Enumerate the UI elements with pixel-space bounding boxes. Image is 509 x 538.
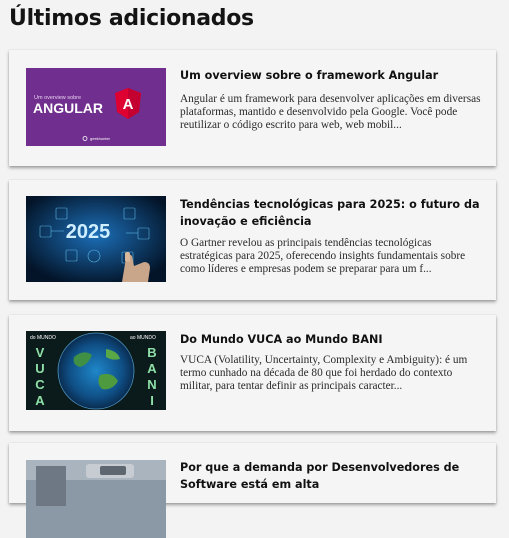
tech-2025-hologram-icon: 2025 xyxy=(26,196,166,282)
article-title[interactable]: Por que a demanda por Desenvolvedores de… xyxy=(180,459,485,493)
angular-logo-icon: Um overview sobre ANGULAR A geekhunter xyxy=(26,68,166,146)
thumb-brand: geekhunter xyxy=(90,136,111,141)
developer-photo-icon xyxy=(26,460,166,538)
svg-text:B: B xyxy=(147,345,156,360)
article-thumbnail[interactable] xyxy=(26,460,166,538)
svg-text:U: U xyxy=(35,361,44,376)
thumb-right-caption: ao MUNDO xyxy=(130,335,156,341)
svg-text:I: I xyxy=(150,393,154,408)
svg-text:A: A xyxy=(35,393,45,408)
article-card-vuca-bani[interactable]: do MUNDO ao MUNDO V U C A B A N I Do Mun… xyxy=(9,315,496,431)
article-title[interactable]: Um overview sobre o framework Angular xyxy=(180,67,485,84)
article-excerpt: Angular é um framework para desenvolver … xyxy=(180,93,481,131)
article-thumbnail[interactable]: Um overview sobre ANGULAR A geekhunter xyxy=(26,68,166,146)
thumb-big-text: 2025 xyxy=(66,221,111,243)
svg-text:A: A xyxy=(147,361,157,376)
article-title[interactable]: Do Mundo VUCA ao Mundo BANI xyxy=(180,331,485,348)
article-card-tendencias-2025[interactable]: 2025 Tendências tecnológicas para 2025: … xyxy=(9,180,496,300)
article-title[interactable]: Tendências tecnológicas para 2025: o fut… xyxy=(180,196,485,230)
article-thumbnail[interactable]: do MUNDO ao MUNDO V U C A B A N I xyxy=(26,331,166,410)
thumb-left-caption: do MUNDO xyxy=(30,335,56,341)
section-title: Últimos adicionados xyxy=(9,6,254,31)
article-card-desenvolvedores[interactable]: Por que a demanda por Desenvolvedores de… xyxy=(9,443,496,538)
globe-vuca-bani-icon: do MUNDO ao MUNDO V U C A B A N I xyxy=(26,331,166,410)
article-excerpt: VUCA (Volatility, Uncertainty, Complexit… xyxy=(180,354,468,392)
thumb-logo-letter: A xyxy=(123,96,134,113)
svg-text:N: N xyxy=(147,377,156,392)
article-excerpt: O Gartner revelou as principais tendênci… xyxy=(180,237,466,275)
svg-text:C: C xyxy=(35,377,45,392)
thumb-big-text: ANGULAR xyxy=(33,100,103,116)
article-thumbnail[interactable]: 2025 xyxy=(26,196,166,282)
article-card-angular[interactable]: Um overview sobre ANGULAR A geekhunter U… xyxy=(9,50,496,166)
svg-text:V: V xyxy=(36,345,45,360)
